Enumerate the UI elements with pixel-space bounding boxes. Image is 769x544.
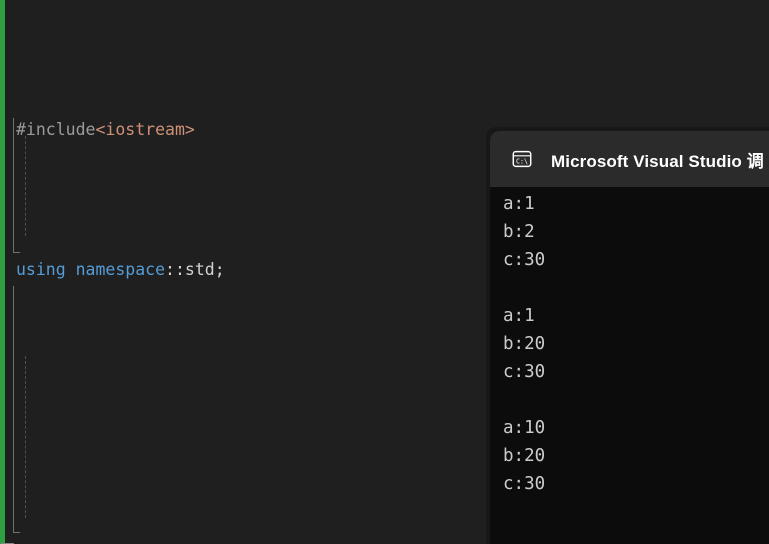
token-scope-op: :: <box>165 260 185 279</box>
token-semicolon: ; <box>214 260 225 279</box>
console-title-text: Microsoft Visual Studio 调 <box>551 151 764 171</box>
console-output-line: a:10 <box>503 418 546 438</box>
block-bracket-main <box>13 286 14 532</box>
token-include-directive: #include <box>16 120 96 139</box>
console-output-line: a:1 <box>503 194 535 214</box>
block-bracket-func <box>13 118 14 252</box>
token-include-header: <iostream> <box>95 120 195 139</box>
console-output-line: c:30 <box>503 362 546 382</box>
block-bracket-func-foot <box>13 252 20 253</box>
indent-guide-func <box>25 136 26 236</box>
console-output-blank <box>490 274 769 302</box>
console-output-area[interactable]: a:1 b:2 c:30 a:1 b:20 c:30 a:10 b:20 c:3… <box>490 187 769 544</box>
svg-text:C:\: C:\ <box>516 158 528 166</box>
console-output-line: b:2 <box>503 222 535 242</box>
token-namespace: namespace <box>75 260 166 279</box>
console-output-line: c:30 <box>503 474 546 494</box>
indent-guide-main <box>25 356 26 518</box>
console-titlebar[interactable]: C:\ Microsoft Visual Studio 调 <box>490 131 769 187</box>
token-using: using <box>16 260 66 279</box>
console-output-line: c:30 <box>503 250 546 270</box>
console-output-line: b:20 <box>503 446 546 466</box>
console-output-line: b:20 <box>503 334 546 354</box>
console-output-blank <box>490 386 769 414</box>
console-window[interactable]: C:\ Microsoft Visual Studio 调 a:1 b:2 c:… <box>490 131 769 544</box>
console-cmd-icon: C:\ <box>512 150 532 168</box>
console-output-line: a:1 <box>503 306 535 326</box>
block-bracket-main-foot <box>13 532 20 533</box>
token-std: std <box>184 260 215 279</box>
